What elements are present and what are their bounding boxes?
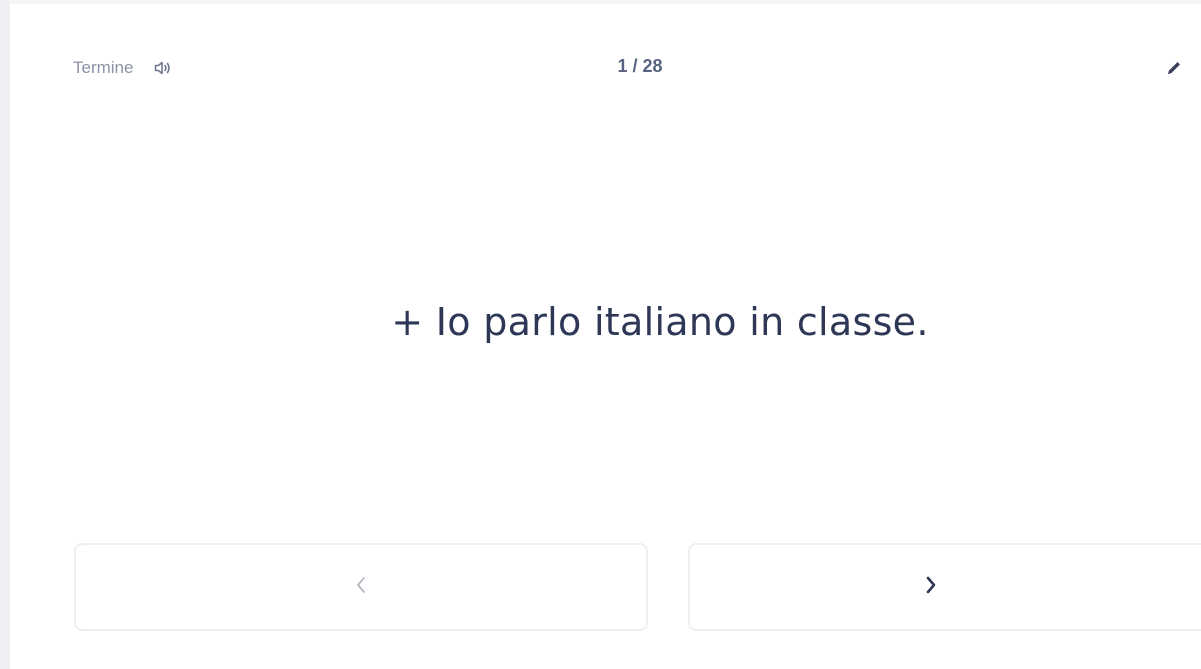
next-card-button[interactable] bbox=[688, 543, 1201, 631]
left-rail bbox=[0, 0, 10, 669]
chevron-right-icon bbox=[925, 576, 937, 599]
card-side-label: Termine bbox=[73, 57, 175, 79]
pencil-icon[interactable] bbox=[1160, 55, 1188, 81]
previous-card-button[interactable] bbox=[74, 543, 648, 631]
chevron-left-icon bbox=[355, 576, 367, 599]
card-counter: 1 / 28 bbox=[560, 56, 720, 77]
speaker-icon[interactable] bbox=[151, 57, 175, 79]
flashcard-page: Termine 1 / 28 + Io parlo italiano in cl… bbox=[0, 0, 1201, 669]
counter-current: 1 bbox=[617, 56, 628, 76]
card-side-label-text: Termine bbox=[73, 58, 134, 77]
counter-total: 28 bbox=[642, 56, 663, 76]
counter-separator: / bbox=[627, 56, 643, 76]
term-text: + Io parlo italiano in classe. bbox=[391, 300, 929, 344]
